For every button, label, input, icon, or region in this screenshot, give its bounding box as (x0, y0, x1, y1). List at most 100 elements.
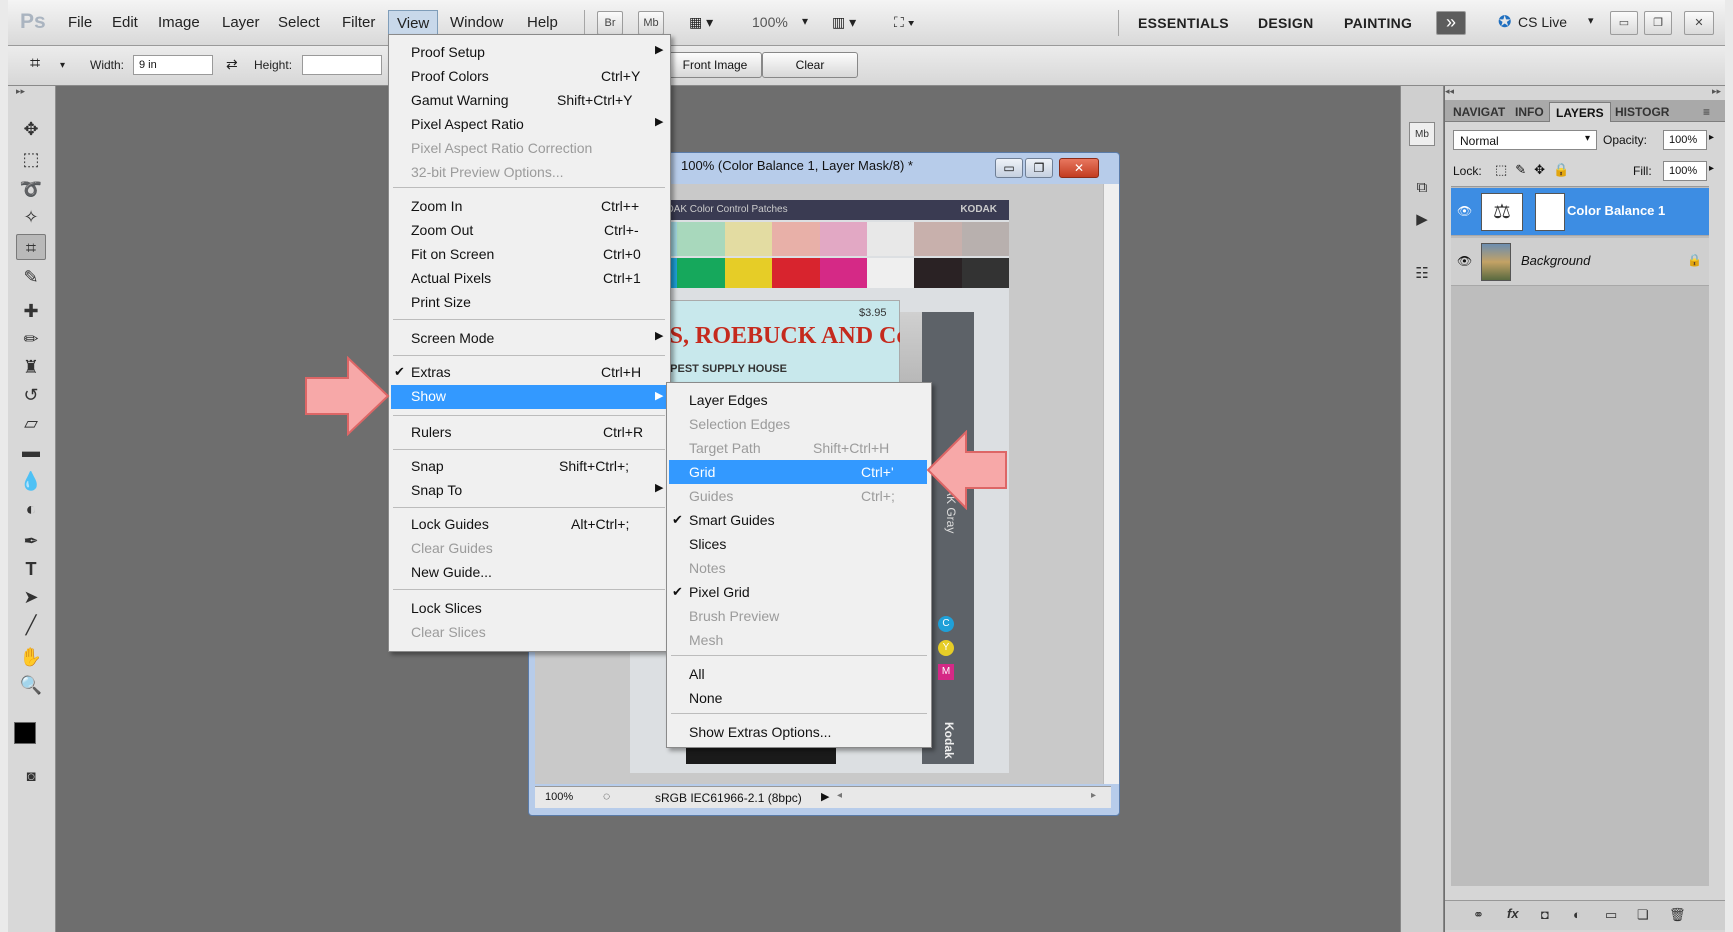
fill-field[interactable]: 100% (1663, 161, 1707, 181)
menu-item-fit-on-screen[interactable]: Fit on Screen Ctrl+0 (391, 243, 667, 265)
scroll-right-icon[interactable]: ▸ (1091, 790, 1096, 801)
layer-background[interactable]: 👁 Background 🔒 (1451, 238, 1709, 286)
bridge-button[interactable]: Br (597, 11, 623, 35)
delete-layer-icon[interactable]: 🗑 (1669, 907, 1686, 923)
clone-stamp-tool-icon[interactable]: ♜ (16, 354, 46, 380)
dodge-tool-icon[interactable]: ◐ (16, 496, 46, 522)
move-tool-icon[interactable]: ✥ (16, 116, 46, 142)
blend-mode-select[interactable]: Normal ▾ (1453, 130, 1597, 150)
layer-name[interactable]: Color Balance 1 (1567, 203, 1665, 218)
menu-item-proof-setup[interactable]: Proof Setup ▶ (391, 41, 667, 63)
menu-item-pixel-aspect-ratio-correction[interactable]: Pixel Aspect Ratio Correction (391, 137, 667, 159)
add-mask-icon[interactable]: ◘ (1541, 907, 1549, 922)
menu-item-print-size[interactable]: Print Size (391, 291, 667, 313)
opacity-field[interactable]: 100% (1663, 130, 1707, 150)
mini-bridge-button[interactable]: Mb (638, 11, 664, 35)
menu-item-brush-preview[interactable]: Brush Preview (669, 605, 929, 627)
brush-tool-icon[interactable]: ✏ (16, 326, 46, 352)
lasso-tool-icon[interactable]: ➰ (16, 176, 46, 202)
layer-color-balance[interactable]: 👁 ⚖ Color Balance 1 (1451, 188, 1709, 236)
blur-tool-icon[interactable]: 💧 (16, 468, 46, 494)
preset-dropdown-icon[interactable]: ▾ (60, 60, 65, 71)
menu-item-mesh[interactable]: Mesh (669, 629, 929, 651)
line-tool-icon[interactable]: ╱ (16, 612, 46, 638)
menu-item-clear-guides[interactable]: Clear Guides (391, 537, 667, 559)
tab-histogram[interactable]: HISTOGR (1609, 102, 1675, 122)
height-field[interactable] (302, 55, 382, 75)
healing-brush-tool-icon[interactable]: ✚ (16, 298, 46, 324)
menu-item-rulers[interactable]: Rulers Ctrl+R (391, 421, 667, 443)
menu-item-lock-guides[interactable]: Lock Guides Alt+Ctrl+; (391, 513, 667, 535)
layer-mask-thumbnail[interactable] (1535, 193, 1565, 231)
pen-tool-icon[interactable]: ✒ (16, 528, 46, 554)
quick-mask-icon[interactable]: ◙ (16, 764, 46, 790)
menu-item-32bit-preview-options[interactable]: 32-bit Preview Options... (391, 161, 667, 183)
eraser-tool-icon[interactable]: ▱ (16, 410, 46, 436)
cs-live-menu[interactable]: CS Live (1518, 14, 1567, 30)
arrange-documents-icon[interactable]: ▥ ▾ (832, 14, 856, 31)
menu-item-actual-pixels[interactable]: Actual Pixels Ctrl+1 (391, 267, 667, 289)
menu-item-zoom-in[interactable]: Zoom In Ctrl++ (391, 195, 667, 217)
new-layer-icon[interactable]: ❏ (1637, 907, 1649, 923)
menu-item-smart-guides[interactable]: ✔ Smart Guides (669, 509, 929, 531)
vertical-scrollbar[interactable] (1103, 184, 1119, 784)
cs-live-dropdown-icon[interactable]: ▾ (1588, 14, 1594, 27)
menu-item-gamut-warning[interactable]: Gamut Warning Shift+Ctrl+Y (391, 89, 667, 111)
menu-item-clear-slices[interactable]: Clear Slices (391, 621, 667, 643)
menu-item-selection-edges[interactable]: Selection Edges (669, 413, 929, 435)
zoom-level[interactable]: 100% (752, 14, 788, 30)
new-adjustment-icon[interactable]: ◐ (1573, 907, 1581, 922)
marquee-tool-icon[interactable]: ⬚ (16, 146, 46, 172)
lock-options-icons[interactable]: ⬚✎✥🔒 (1495, 162, 1577, 178)
new-group-icon[interactable]: ▭ (1605, 907, 1617, 923)
menu-select[interactable]: Select (278, 14, 320, 31)
layer-style-icon[interactable]: fx (1507, 906, 1519, 921)
menu-item-all[interactable]: All (669, 663, 929, 685)
workspace-essentials[interactable]: ESSENTIALS (1138, 15, 1229, 31)
menu-file[interactable]: File (68, 14, 92, 31)
menu-item-zoom-out[interactable]: Zoom Out Ctrl+- (391, 219, 667, 241)
workspace-painting[interactable]: PAINTING (1344, 15, 1412, 31)
width-field[interactable]: 9 in (133, 55, 213, 75)
zoom-dropdown-icon[interactable]: ▾ (802, 14, 808, 28)
status-zoom[interactable]: 100% (545, 791, 573, 803)
collapse-tools-icon[interactable]: ▸▸ (16, 86, 46, 98)
menu-item-lock-slices[interactable]: Lock Slices (391, 597, 667, 619)
menu-item-pixel-aspect-ratio[interactable]: Pixel Aspect Ratio ▶ (391, 113, 667, 135)
history-brush-tool-icon[interactable]: ↺ (16, 382, 46, 408)
menu-item-target-path[interactable]: Target Path Shift+Ctrl+H (669, 437, 929, 459)
foreground-color-swatch[interactable] (14, 722, 36, 744)
mini-bridge-panel-icon[interactable]: Mb (1409, 122, 1435, 146)
menu-image[interactable]: Image (158, 14, 200, 31)
menu-item-snap[interactable]: Snap Shift+Ctrl+; (391, 455, 667, 477)
clear-button[interactable]: Clear (762, 52, 858, 78)
quick-selection-tool-icon[interactable]: ✧ (16, 204, 46, 230)
opacity-slider-icon[interactable]: ▸ (1709, 132, 1714, 143)
menu-filter[interactable]: Filter (342, 14, 375, 31)
expand-panels-icon[interactable]: ▸▸ (1712, 86, 1721, 97)
cs-live-icon[interactable]: ✪ (1498, 12, 1511, 32)
zoom-tool-icon[interactable]: 🔍 (16, 672, 46, 698)
menu-item-layer-edges[interactable]: Layer Edges (669, 389, 929, 411)
menu-window[interactable]: Window (450, 14, 503, 31)
menu-help[interactable]: Help (527, 14, 558, 31)
visibility-eye-icon[interactable]: 👁 (1457, 254, 1472, 268)
front-image-button[interactable]: Front Image (668, 52, 762, 78)
more-workspaces-button[interactable]: » (1436, 11, 1466, 35)
path-selection-tool-icon[interactable]: ➤ (16, 584, 46, 610)
menu-item-slices[interactable]: Slices (669, 533, 929, 555)
tab-layers[interactable]: LAYERS (1549, 102, 1611, 122)
menu-item-show-extras-options[interactable]: Show Extras Options... (669, 721, 929, 743)
link-layers-icon[interactable]: ⚭ (1473, 907, 1484, 923)
menu-item-pixel-grid[interactable]: ✔ Pixel Grid (669, 581, 929, 603)
doc-minimize-icon[interactable]: ▭ (995, 158, 1023, 178)
properties-panel-icon[interactable]: ☷ (1409, 262, 1435, 286)
menu-item-none[interactable]: None (669, 687, 929, 709)
menu-edit[interactable]: Edit (112, 14, 138, 31)
gradient-tool-icon[interactable]: ▬ (16, 438, 46, 464)
extras-grid-icon[interactable]: ▦ ▾ (689, 14, 713, 31)
menu-item-new-guide[interactable]: New Guide... (391, 561, 667, 583)
swap-dimensions-icon[interactable]: ⇄ (226, 56, 238, 73)
screen-mode-icon[interactable]: ⛶ ▾ (894, 14, 915, 31)
menu-item-screen-mode[interactable]: Screen Mode ▶ (391, 327, 667, 349)
